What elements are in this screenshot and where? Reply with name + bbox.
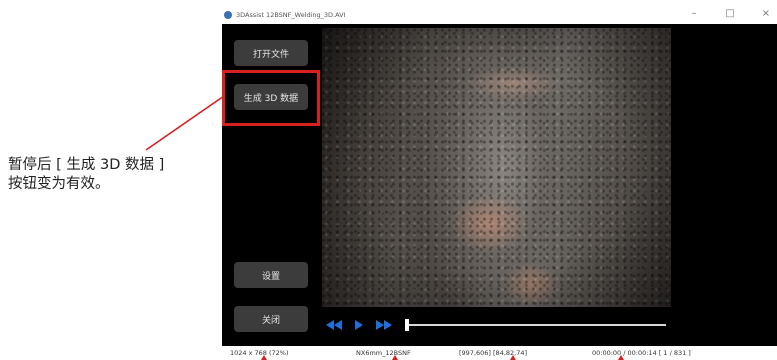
status-time: 00:00:00 / 00:00:14 [ 1 / 831 ]	[592, 349, 691, 357]
status-bar: 1024 x 768 (72%) NX6mm_12BSNF [997,606] …	[222, 346, 777, 360]
window-title: 3DAssist 12BSNF_Welding_3D.AVI	[236, 11, 346, 19]
video-vignette	[322, 28, 671, 307]
annotation-text: 暂停后 [ 生成 3D 数据 ] 按钮变为有效。	[8, 157, 165, 192]
status-marker	[618, 355, 624, 360]
video-frame	[322, 28, 671, 307]
open-file-button[interactable]: 打开文件	[234, 40, 308, 66]
settings-button[interactable]: 设置	[234, 262, 308, 288]
maximize-button[interactable]: □	[725, 7, 735, 21]
close-button[interactable]: 关闭	[234, 306, 308, 332]
app-logo-icon	[224, 11, 232, 19]
status-resolution: 1024 x 768 (72%)	[230, 349, 289, 357]
seek-bar[interactable]	[408, 324, 666, 326]
minimize-button[interactable]: –	[689, 7, 699, 21]
status-marker	[261, 355, 267, 360]
play-icon[interactable]	[354, 320, 368, 330]
status-marker	[392, 355, 398, 360]
title-bar: 3DAssist 12BSNF_Welding_3D.AVI – □ ×	[222, 6, 777, 24]
window-controls: – □ ×	[689, 7, 771, 21]
close-window-button[interactable]: ×	[761, 7, 771, 21]
status-model: NX6mm_12BSNF	[356, 349, 411, 357]
generate-3d-data-button[interactable]: 生成 3D 数据	[234, 84, 308, 110]
seek-handle[interactable]	[405, 319, 409, 331]
status-marker	[510, 355, 516, 360]
rewind-icon[interactable]	[326, 320, 342, 330]
fast-forward-icon[interactable]	[376, 320, 392, 330]
playback-controls	[322, 318, 671, 332]
app-window: 3DAssist 12BSNF_Welding_3D.AVI – □ × 打开文…	[222, 6, 777, 360]
status-coordinates: [997,606] [84,82,74]	[459, 349, 528, 357]
